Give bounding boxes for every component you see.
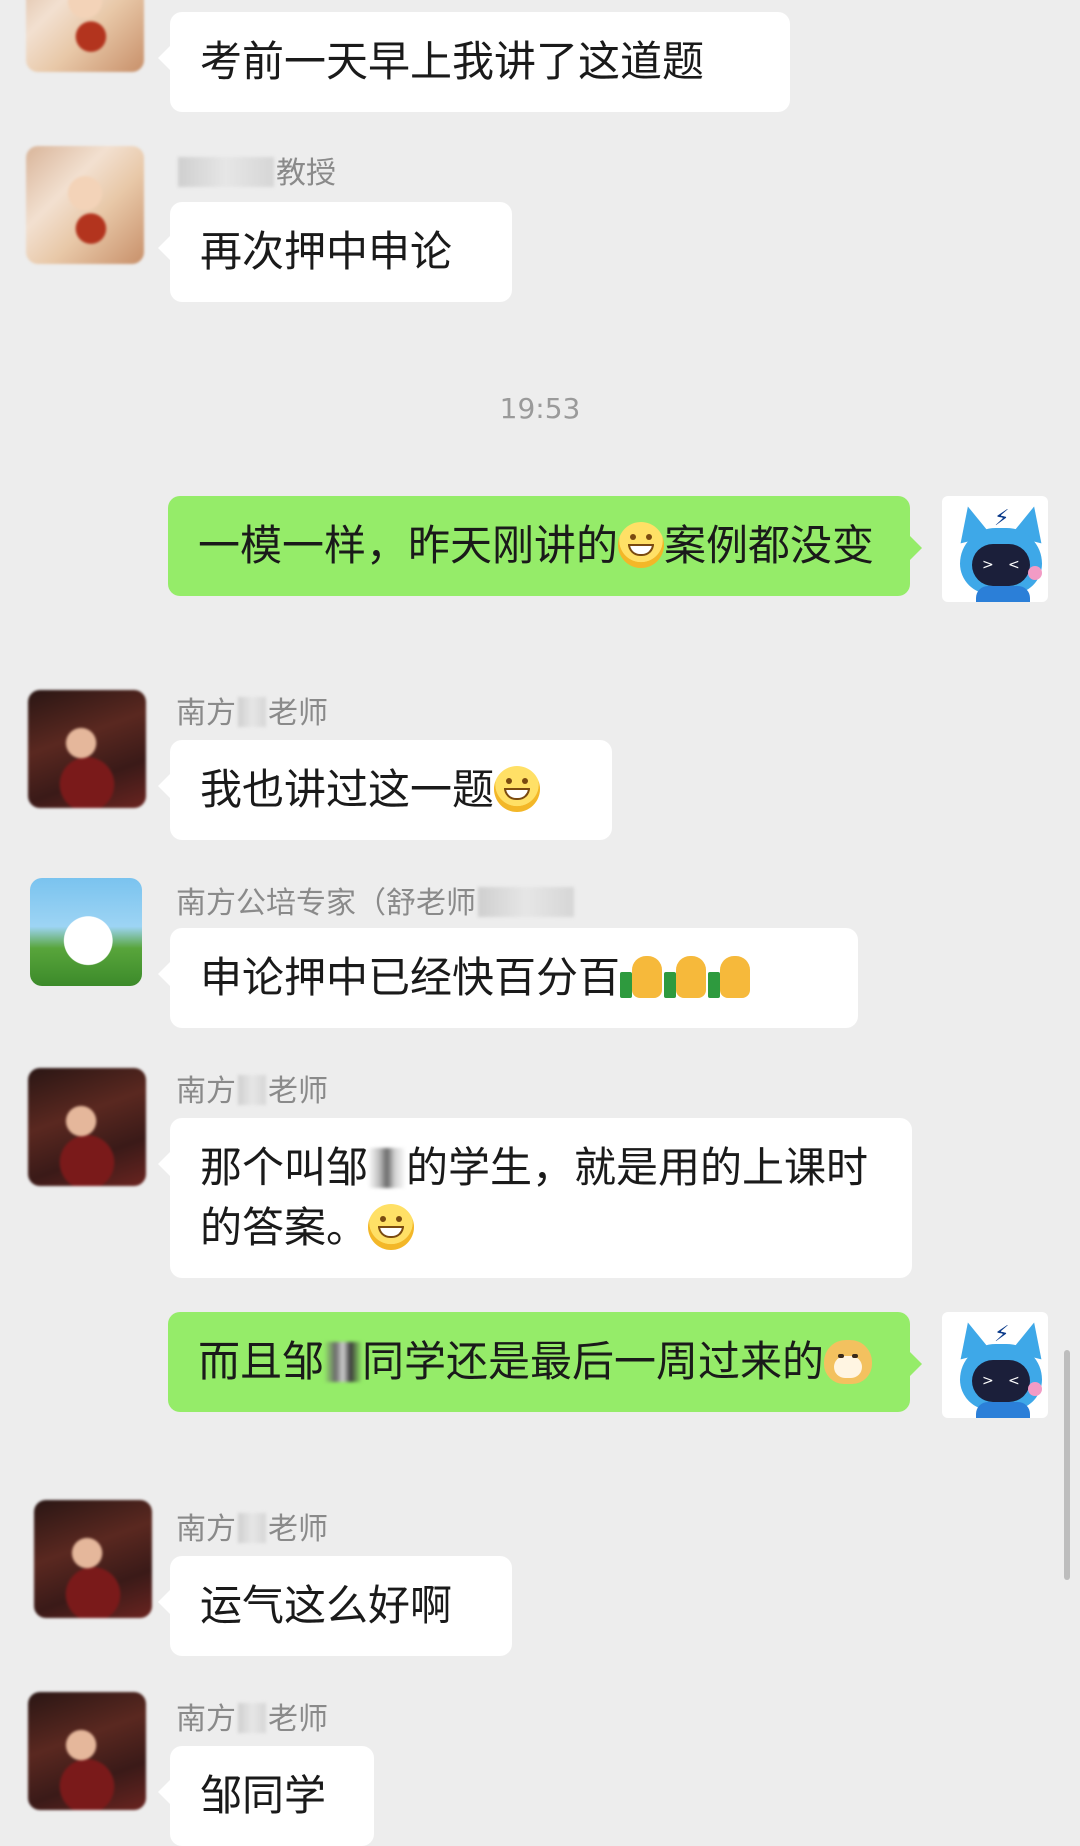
redacted-name [178,157,274,187]
message-bubble-incoming[interactable]: 再次押中申论 [158,202,512,302]
timestamp: 19:53 [499,392,581,425]
message-text: 再次押中申论 [200,227,453,276]
cat-face-icon: > < [972,544,1030,586]
thumbs-up-emoji-icon [708,954,752,1000]
avatar[interactable] [34,1500,152,1618]
redacted-text [324,1342,363,1382]
message-text: 而且邹 [198,1337,325,1386]
redacted-name [478,887,574,917]
avatar-self[interactable]: > < ⚡ [942,496,1048,602]
chat-conversation: 考前一天早上我讲了这道题 教授 再次押中申论 19:53 一模一样，昨天刚讲的案… [0,0,1080,1846]
message-bubble-incoming[interactable]: 申论押中已经快百分百 [158,928,858,1028]
grinning-face-emoji-icon [618,522,665,568]
avatar[interactable] [26,146,144,264]
avatar[interactable] [26,0,144,72]
redacted-name [238,1075,266,1105]
message-text: 那个叫邹 [200,1143,369,1192]
cat-body-icon [976,586,1030,602]
message-bubble-incoming[interactable]: 我也讲过这一题 [158,740,612,840]
avatar-self[interactable]: > < ⚡ [942,1312,1048,1418]
message-text: 我也讲过这一题 [200,765,495,814]
doge-emoji-icon [824,1340,873,1384]
sender-name: 南方 老师 [176,1702,328,1737]
redacted-name [238,1703,266,1733]
sender-name: 南方 老师 [176,696,328,731]
sender-name: 南方 老师 [176,1512,328,1547]
lightning-icon: ⚡ [994,506,1010,531]
grinning-face-emoji-icon [368,1204,415,1250]
message-text: 一模一样，昨天刚讲的 [198,521,619,570]
sender-name: 南方公培专家（舒老师 [176,884,576,924]
redacted-name [238,1513,266,1543]
message-bubble-outgoing[interactable]: 而且邹 同学还是最后一周过来的 [168,1312,922,1412]
message-bubble-incoming[interactable]: 运气这么好啊 [158,1556,512,1656]
message-bubble-outgoing[interactable]: 一模一样，昨天刚讲的 案例都没变 [168,496,922,596]
message-text: 邹同学 [200,1771,327,1820]
avatar[interactable] [28,1692,146,1810]
redacted-name [238,697,266,727]
scrollbar[interactable] [1064,1350,1070,1580]
cat-face-icon: > < [972,1360,1030,1402]
grinning-face-emoji-icon [494,766,541,812]
message-bubble-incoming[interactable]: 邹同学 [158,1746,374,1846]
message-text: 案例都没变 [664,521,875,570]
avatar[interactable] [28,1068,146,1186]
sender-name: 教授 [176,154,336,194]
sender-name: 南方 老师 [176,1074,328,1109]
message-text: 运气这么好啊 [200,1581,453,1630]
thumbs-up-emoji-icon [664,954,708,1000]
message-text: 同学还是最后一周过来的 [362,1337,825,1386]
message-text: 考前一天早上我讲了这道题 [200,37,705,86]
message-bubble-incoming[interactable]: 那个叫邹 的学生，就是用的上课时的答案。 [158,1118,912,1278]
redacted-text [368,1148,407,1188]
lightning-icon: ⚡ [994,1322,1010,1347]
cat-cheek-icon [1028,1382,1042,1396]
cat-cheek-icon [1028,566,1042,580]
message-bubble-incoming[interactable]: 考前一天早上我讲了这道题 [158,12,790,112]
avatar[interactable] [28,690,146,808]
message-text: 申论押中已经快百分百 [200,953,621,1002]
avatar[interactable] [30,878,142,986]
thumbs-up-emoji-icon [620,954,664,1000]
cat-body-icon [976,1402,1030,1418]
